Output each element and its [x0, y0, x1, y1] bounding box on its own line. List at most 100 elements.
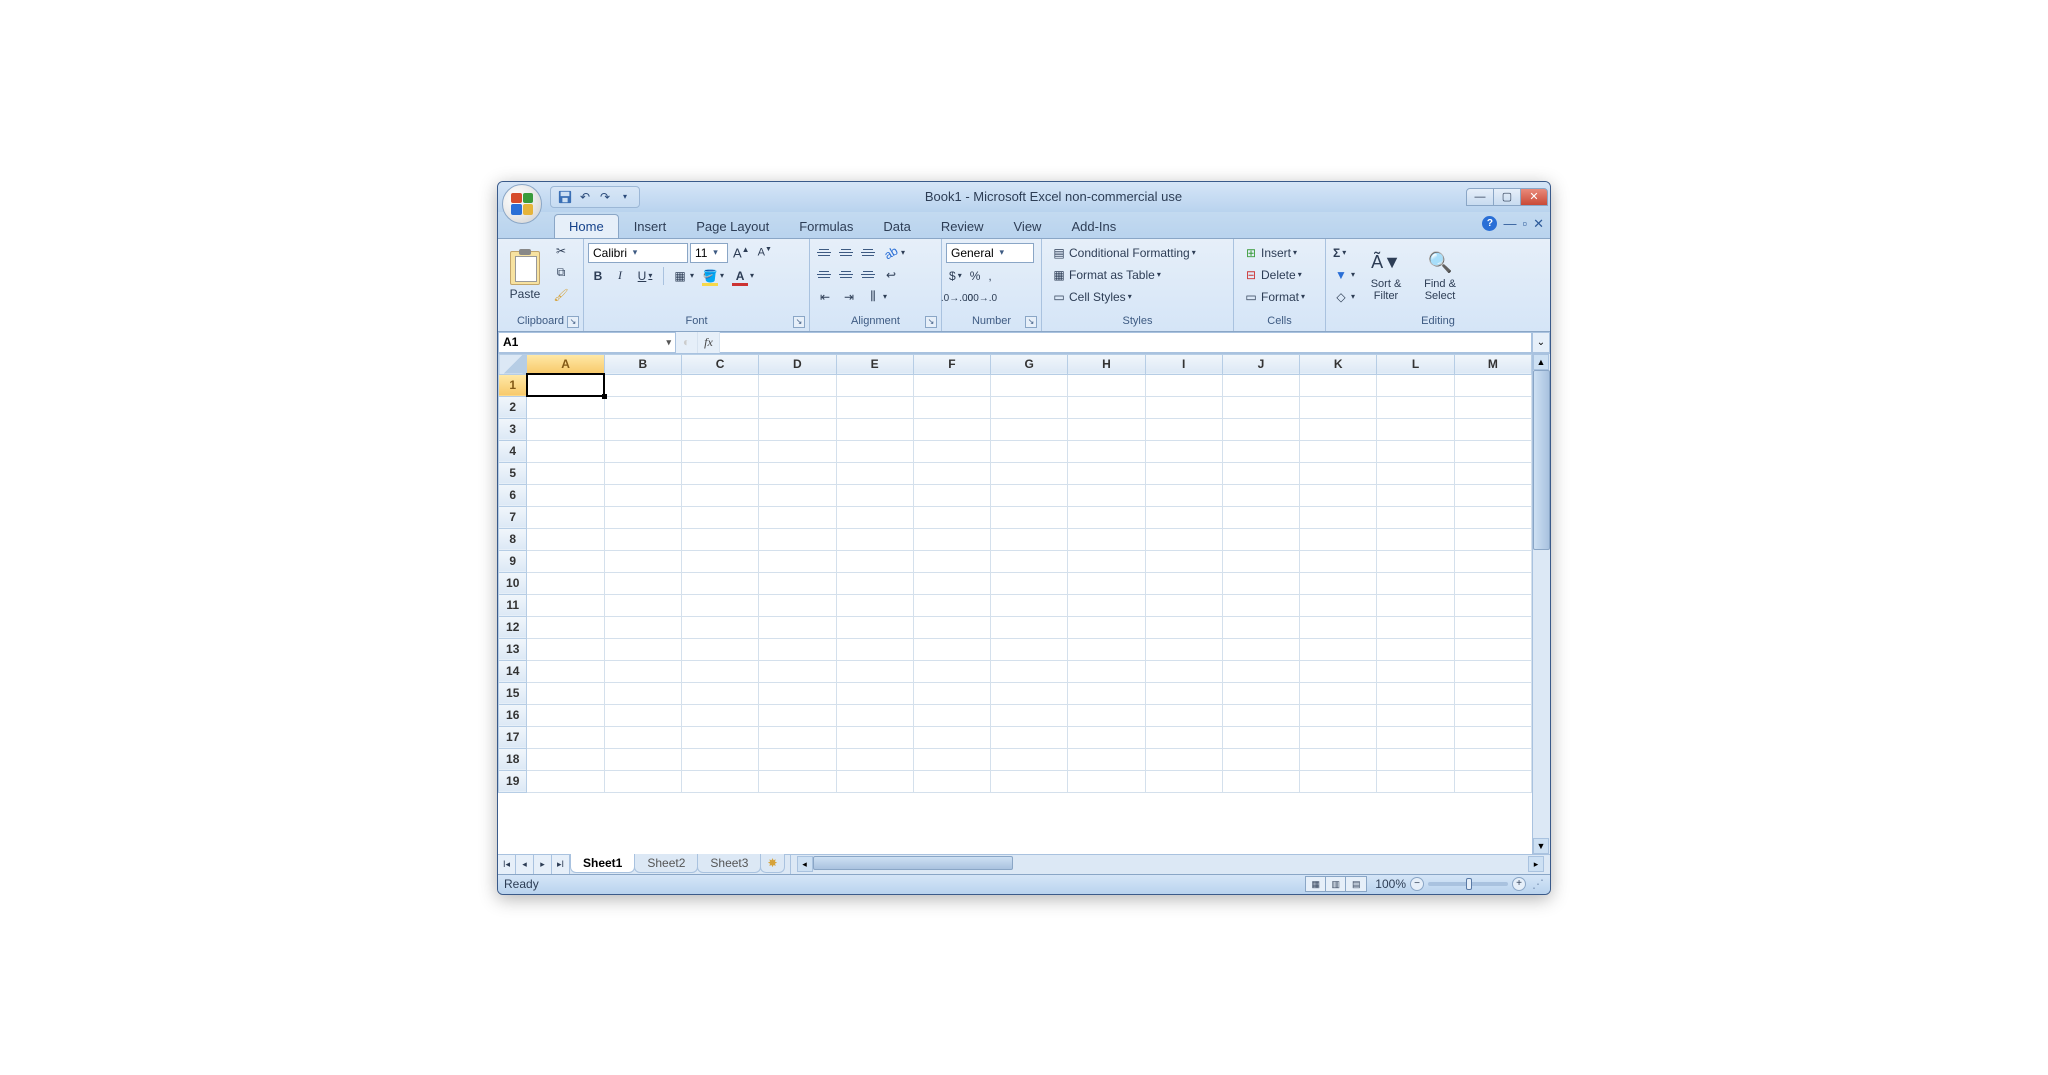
cell[interactable] [991, 418, 1068, 440]
save-button[interactable] [557, 189, 573, 205]
cell[interactable] [913, 418, 990, 440]
cell[interactable] [759, 616, 836, 638]
cell[interactable] [1377, 660, 1454, 682]
cell[interactable] [991, 550, 1068, 572]
cell[interactable] [1068, 770, 1145, 792]
cell[interactable] [991, 484, 1068, 506]
cell[interactable] [1145, 506, 1222, 528]
row-header[interactable]: 19 [499, 770, 527, 792]
cell[interactable] [913, 638, 990, 660]
cell[interactable] [1145, 660, 1222, 682]
align-bottom-button[interactable] [858, 243, 878, 263]
cell[interactable] [836, 726, 913, 748]
cell[interactable] [604, 418, 681, 440]
decrease-decimal-button[interactable]: .00→.0 [970, 289, 992, 309]
cell[interactable] [681, 704, 758, 726]
cell[interactable] [527, 396, 604, 418]
align-left-button[interactable] [814, 265, 834, 285]
cell[interactable] [1300, 528, 1377, 550]
column-header[interactable]: A [527, 354, 604, 374]
column-header[interactable]: L [1377, 354, 1454, 374]
cell[interactable] [1377, 396, 1454, 418]
cell[interactable] [1377, 594, 1454, 616]
zoom-slider-thumb[interactable] [1466, 878, 1472, 890]
cell[interactable] [836, 660, 913, 682]
row-header[interactable]: 6 [499, 484, 527, 506]
workbook-restore[interactable]: ▫ [1522, 216, 1527, 232]
horizontal-scrollbar[interactable]: ◂ ▸ [790, 855, 1550, 874]
column-header[interactable]: E [836, 354, 913, 374]
vertical-scrollbar[interactable]: ▲ ▼ [1532, 354, 1550, 854]
cell[interactable] [836, 638, 913, 660]
column-header[interactable]: H [1068, 354, 1145, 374]
format-cells-button[interactable]: ▭Format ▾ [1238, 287, 1310, 307]
decrease-indent-button[interactable]: ⇤ [814, 287, 836, 307]
merge-center-button[interactable]: ⫼▾ [862, 287, 890, 307]
maximize-button[interactable]: ▢ [1493, 188, 1521, 206]
cell[interactable] [681, 726, 758, 748]
cell[interactable] [836, 462, 913, 484]
cell[interactable] [681, 506, 758, 528]
cell[interactable] [1454, 594, 1531, 616]
cell[interactable] [991, 528, 1068, 550]
tab-data[interactable]: Data [868, 214, 925, 238]
cell[interactable] [604, 594, 681, 616]
minimize-button[interactable]: — [1466, 188, 1494, 206]
cell[interactable] [836, 484, 913, 506]
cell[interactable] [1454, 550, 1531, 572]
cell[interactable] [913, 748, 990, 770]
cell[interactable] [681, 572, 758, 594]
cell[interactable] [1300, 660, 1377, 682]
align-middle-button[interactable] [836, 243, 856, 263]
cell[interactable] [913, 550, 990, 572]
cell[interactable] [1300, 506, 1377, 528]
resize-grip-icon[interactable]: ⋰ [1532, 877, 1544, 891]
cell[interactable] [1377, 462, 1454, 484]
cell[interactable] [759, 396, 836, 418]
cell-styles-button[interactable]: ▭Cell Styles ▾ [1046, 287, 1137, 307]
cell[interactable] [1377, 748, 1454, 770]
cell[interactable] [1068, 396, 1145, 418]
sort-filter-button[interactable]: Ã▼ Sort & Filter [1360, 241, 1412, 311]
row-header[interactable]: 11 [499, 594, 527, 616]
conditional-formatting-button[interactable]: ▤Conditional Formatting ▾ [1046, 243, 1201, 263]
tab-insert[interactable]: Insert [619, 214, 682, 238]
column-header[interactable]: F [913, 354, 990, 374]
cell[interactable] [681, 770, 758, 792]
cell[interactable] [527, 550, 604, 572]
font-size-combo[interactable]: 11▾ [690, 243, 728, 263]
cell[interactable] [759, 638, 836, 660]
cell[interactable] [913, 726, 990, 748]
tab-formulas[interactable]: Formulas [784, 214, 868, 238]
cell[interactable] [991, 506, 1068, 528]
cell[interactable] [1222, 704, 1299, 726]
cell[interactable] [913, 572, 990, 594]
cell[interactable] [1454, 396, 1531, 418]
cell[interactable] [759, 682, 836, 704]
cell[interactable] [681, 638, 758, 660]
cell[interactable] [681, 462, 758, 484]
new-sheet-button[interactable]: ✸ [760, 854, 784, 873]
cell[interactable] [527, 616, 604, 638]
cell[interactable] [836, 572, 913, 594]
cell[interactable] [1068, 484, 1145, 506]
cell[interactable] [1145, 638, 1222, 660]
select-all-corner[interactable] [499, 354, 527, 374]
cell[interactable] [1377, 374, 1454, 396]
vertical-scroll-thumb[interactable] [1533, 370, 1550, 550]
align-top-button[interactable] [814, 243, 834, 263]
cell[interactable] [1145, 594, 1222, 616]
cell[interactable] [604, 572, 681, 594]
paste-button[interactable]: Paste [502, 241, 548, 311]
cell[interactable] [527, 748, 604, 770]
find-select-button[interactable]: 🔍 Find & Select [1414, 241, 1466, 311]
cell[interactable] [1454, 374, 1531, 396]
cell[interactable] [604, 770, 681, 792]
cell[interactable] [759, 572, 836, 594]
clipboard-dialog-launcher[interactable]: ↘ [567, 316, 579, 328]
cell[interactable] [1300, 616, 1377, 638]
scroll-right-button[interactable]: ▸ [1528, 856, 1544, 872]
cell[interactable] [1068, 374, 1145, 396]
workbook-close[interactable]: ✕ [1533, 216, 1544, 232]
cell[interactable] [1145, 726, 1222, 748]
